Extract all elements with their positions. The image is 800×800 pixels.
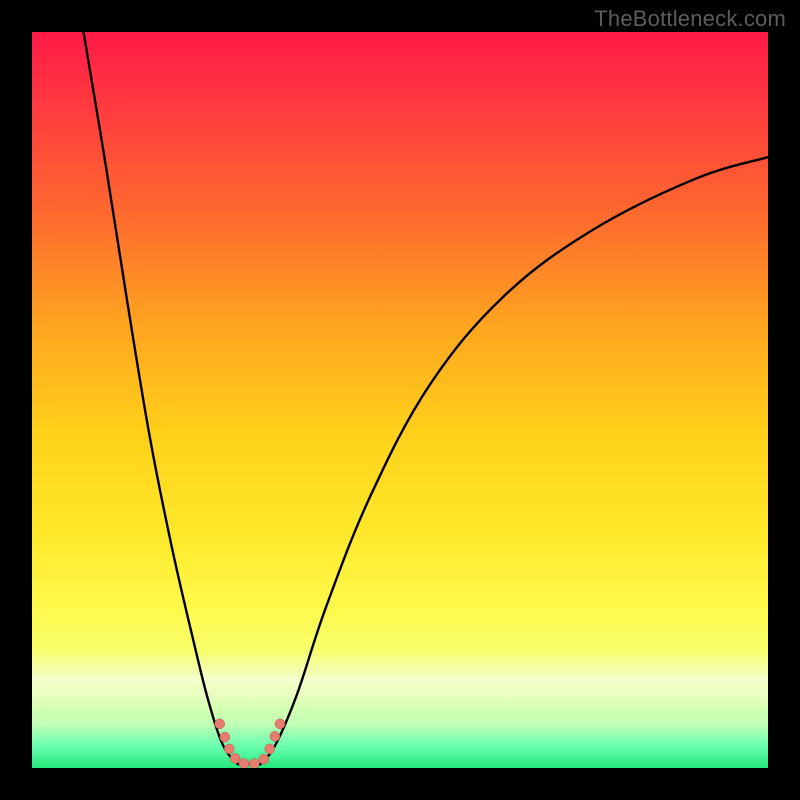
trough-marker [220, 732, 230, 742]
watermark-text: TheBottleneck.com [594, 6, 786, 32]
trough-marker [265, 744, 275, 754]
trough-marker [249, 759, 259, 768]
curve-left-branch [84, 32, 239, 764]
trough-marker [239, 759, 249, 768]
trough-marker [224, 744, 234, 754]
plot-area [32, 32, 768, 768]
curve-right-branch [260, 157, 768, 764]
trough-marker [215, 719, 225, 729]
curve-layer [32, 32, 768, 768]
trough-marker [230, 753, 240, 763]
trough-marker [270, 731, 280, 741]
chart-frame: { "watermark": "TheBottleneck.com", "col… [0, 0, 800, 800]
trough-marker [259, 754, 269, 764]
trough-marker [275, 719, 285, 729]
